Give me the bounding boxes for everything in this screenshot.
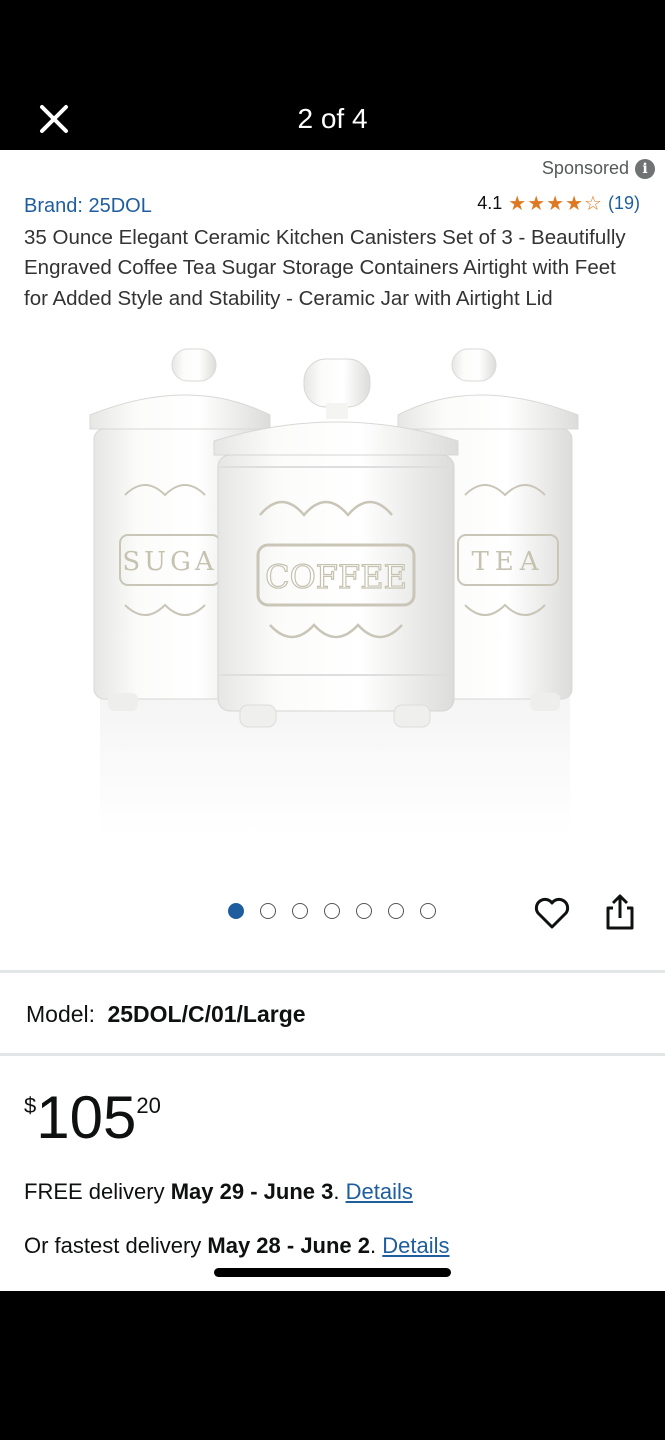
product-title: 35 Ounce Elegant Ceramic Kitchen Caniste… (24, 226, 626, 310)
sponsored-label[interactable]: Sponsored i (542, 158, 655, 179)
free-delivery-details-link[interactable]: Details (346, 1179, 413, 1204)
price: $ 105 20 (24, 1085, 161, 1151)
model-value: 25DOL/C/01/Large (107, 1001, 306, 1027)
free-delivery-line: FREE delivery May 29 - June 3. Details (24, 1179, 413, 1205)
carousel-dot[interactable] (324, 903, 340, 919)
model-label: Model: (26, 1001, 96, 1027)
home-indicator[interactable] (214, 1268, 451, 1277)
price-fraction: 20 (136, 1093, 161, 1118)
divider (0, 1053, 665, 1056)
product-image[interactable]: TEA SUGA COFFEE (80, 345, 590, 840)
fastest-delivery-details-link[interactable]: Details (382, 1233, 449, 1258)
carousel-dot[interactable] (260, 903, 276, 919)
sponsored-text: Sponsored (541, 158, 629, 178)
jar-label-coffee: COFFEE (265, 558, 407, 596)
fastest-delivery-suffix: . (370, 1233, 383, 1258)
free-delivery-dates: May 29 - June 3 (170, 1179, 334, 1204)
jar-label-sugar: SUGA (122, 547, 217, 577)
add-to-list-button[interactable] (533, 895, 571, 931)
info-icon: i (635, 158, 655, 179)
model-row: Model: 25DOL/C/01/Large (26, 1001, 306, 1028)
rating-stars: ★ ★ ★ ★ ☆ (508, 194, 602, 214)
star-outline-icon: ☆ (584, 192, 602, 215)
free-delivery-prefix: FREE delivery (24, 1179, 171, 1204)
rating-value: 4.1 (477, 193, 503, 213)
star-icon: ★ (565, 192, 584, 215)
fastest-delivery-prefix: Or fastest delivery (24, 1233, 208, 1258)
product-sheet: Sponsored i Brand: 25DOL 4.1 ★ ★ ★ ★ ☆ (… (0, 150, 665, 1291)
share-icon (606, 894, 634, 930)
image-pager: 2 of 4 (297, 103, 368, 134)
brand-link[interactable]: Brand: 25DOL (24, 195, 152, 218)
carousel-dot[interactable] (420, 903, 436, 919)
rating-summary[interactable]: 4.1 ★ ★ ★ ★ ☆ (19) (477, 193, 640, 214)
viewer-topbar: 2 of 4 (0, 0, 665, 150)
carousel-dot[interactable] (292, 903, 308, 919)
star-icon: ★ (527, 192, 546, 215)
price-whole: 105 (36, 1084, 137, 1151)
star-icon: ★ (508, 192, 527, 215)
jar-label-tea: TEA (471, 547, 544, 577)
carousel-dot[interactable] (388, 903, 404, 919)
carousel-dot-active[interactable] (228, 903, 244, 919)
fastest-delivery-line: Or fastest delivery May 28 - June 2. Det… (24, 1233, 450, 1259)
share-button[interactable] (603, 892, 637, 932)
star-icon: ★ (546, 192, 565, 215)
rating-count: (19) (607, 193, 640, 213)
fastest-delivery-dates: May 28 - June 2 (207, 1233, 371, 1258)
free-delivery-suffix: . (333, 1179, 346, 1204)
carousel-dot[interactable] (356, 903, 372, 919)
heart-icon (534, 897, 570, 929)
price-symbol: $ (24, 1093, 37, 1118)
divider (0, 970, 665, 973)
carousel-dots (228, 903, 436, 919)
